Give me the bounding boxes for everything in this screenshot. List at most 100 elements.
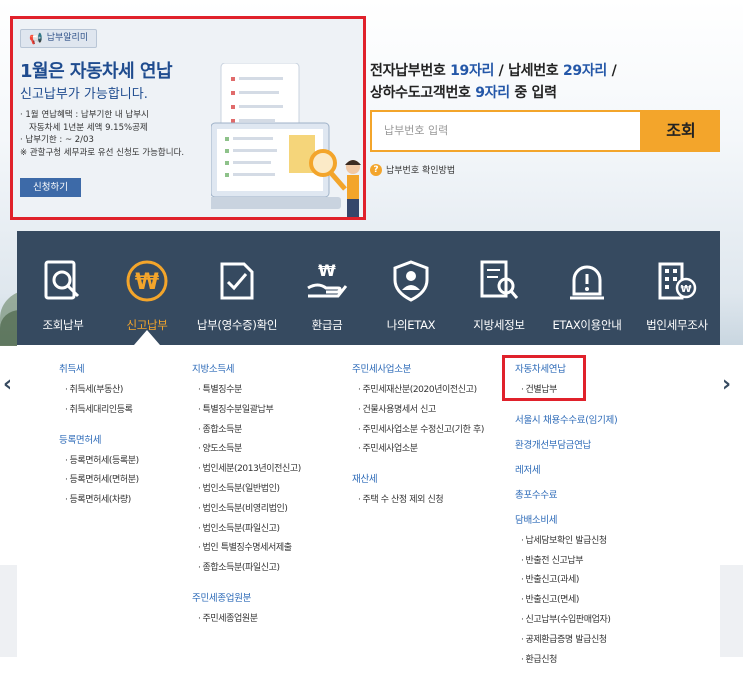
search-document-icon bbox=[35, 253, 91, 309]
apply-button[interactable]: 신청하기 bbox=[20, 178, 81, 197]
submenu-column-3: 주민세사업소분 주민세재산분(2020년이전신고) 건물사용명세서 신고 주민세… bbox=[352, 361, 484, 511]
submenu-category[interactable]: 재산세 bbox=[352, 471, 484, 485]
nav-label: 지방세정보 bbox=[473, 318, 525, 332]
svg-text:₩: ₩ bbox=[318, 261, 336, 280]
instr-text: / 납세번호 bbox=[494, 63, 563, 79]
instr-highlight: 9자리 bbox=[475, 85, 510, 101]
nav-item-etax-guide[interactable]: ETAX이용안내 bbox=[537, 231, 637, 345]
submenu-column-2: 지방소득세 특별징수분 특별징수분일괄납부 종합소득분 양도소득분 법인세분(2… bbox=[192, 361, 301, 630]
instr-highlight: 19자리 bbox=[450, 63, 495, 79]
nav-item-refund[interactable]: ₩ 환급금 bbox=[287, 231, 367, 345]
submenu-item[interactable]: 반출전 신고납부 bbox=[515, 552, 617, 572]
submenu-item[interactable]: 등록면허세(차량) bbox=[59, 491, 139, 511]
nav-label: 환급금 bbox=[311, 318, 343, 332]
nav-label: 나의ETAX bbox=[386, 318, 436, 332]
submenu-category[interactable]: 서울시 채용수수료(임기제) bbox=[515, 412, 618, 426]
nav-label: 법인세무조사 bbox=[646, 318, 708, 332]
submenu-item[interactable]: 건물사용명세서 신고 bbox=[352, 401, 484, 421]
notice-banner[interactable]: 📢 납부알리미 1월은 자동차세 연납 신고납부가 가능합니다. · 1월 연납… bbox=[10, 16, 366, 220]
instr-highlight: 29자리 bbox=[562, 63, 608, 79]
submenu-category[interactable]: 취득세 bbox=[59, 361, 139, 375]
won-coin-icon: ₩ bbox=[119, 253, 175, 309]
nav-item-report-payment[interactable]: ₩ 신고납부 bbox=[101, 231, 193, 345]
submenu-category[interactable]: 환경개선부담금연납 bbox=[515, 437, 617, 451]
nav-item-my-etax[interactable]: 나의ETAX bbox=[369, 231, 453, 345]
submenu-item[interactable]: 등록면허세(면허분) bbox=[59, 471, 139, 491]
submenu-item[interactable]: 취득세대리인등록 bbox=[59, 401, 139, 421]
help-link-label: 납부번호 확인방법 bbox=[386, 166, 456, 176]
banner-line: 자동차세 1년분 세액 9.15%공제 bbox=[29, 122, 148, 133]
submenu-category[interactable]: 지방소득세 bbox=[192, 361, 301, 375]
banner-title: 1월은 자동차세 연납 bbox=[20, 61, 173, 82]
banner-subtitle: 신고납부가 가능합니다. bbox=[20, 87, 148, 102]
banner-details: · 1월 연납혜택 : 납부기한 내 납부시 자동차세 1년분 세액 9.15%… bbox=[20, 109, 184, 159]
submenu-item[interactable]: 등록면허세(등록분) bbox=[59, 452, 139, 472]
chevron-left-icon[interactable]: ‹ bbox=[3, 372, 12, 397]
payment-number-help-link[interactable]: ? 납부번호 확인방법 bbox=[370, 163, 455, 176]
submenu-item[interactable]: 종합소득분 bbox=[192, 421, 301, 441]
instr-text: 상하수도고객번호 bbox=[370, 85, 476, 101]
submenu-item[interactable]: 반출신고(면세) bbox=[515, 591, 617, 611]
megaphone-icon: 📢 bbox=[29, 32, 43, 45]
submenu-category[interactable]: 주민세종업원분 bbox=[192, 590, 301, 604]
submenu-item[interactable]: 주민세사업소분 수정신고(기한 후) bbox=[352, 421, 484, 441]
lookup-button[interactable]: 조회 bbox=[642, 110, 720, 152]
chevron-right-icon[interactable]: › bbox=[722, 372, 731, 397]
submenu-item[interactable]: 양도소득분 bbox=[192, 440, 301, 460]
nav-label: 조회납부 bbox=[42, 318, 84, 332]
submenu-item[interactable]: 주민세재산분(2020년이전신고) bbox=[352, 381, 484, 401]
submenu-category[interactable]: 레저세 bbox=[515, 462, 617, 476]
instr-text: 중 입력 bbox=[509, 85, 557, 101]
banner-line: ※ 관할구청 세무과로 유선 신청도 가능합니다. bbox=[20, 147, 185, 158]
main-nav: 조회납부 ₩ 신고납부 납부(영수증)확인 ₩ 환급금 나의ETAX 지방세정보 bbox=[17, 231, 720, 345]
submenu-item[interactable]: 반출신고(과세) bbox=[515, 571, 617, 591]
payment-number-input[interactable]: 납부번호 입력 bbox=[370, 110, 642, 152]
submenu-item[interactable]: 신고납부(수입판매업자) bbox=[515, 611, 617, 631]
svg-text:₩: ₩ bbox=[680, 284, 691, 295]
alarm-icon bbox=[559, 253, 615, 309]
laptop-receipt-illustration bbox=[211, 63, 361, 217]
nav-item-local-tax-info[interactable]: 지방세정보 bbox=[453, 231, 545, 345]
submenu-item[interactable]: 법인소득분(일반법인) bbox=[192, 480, 301, 500]
submenu-item[interactable]: 법인소득분(비영리법인) bbox=[192, 500, 301, 520]
building-won-icon: ₩ bbox=[649, 253, 705, 309]
user-shield-icon bbox=[383, 253, 439, 309]
submenu-item[interactable]: 법인 특별징수명세서제출 bbox=[192, 539, 301, 559]
notice-badge: 📢 납부알리미 bbox=[20, 29, 98, 48]
banner-line: · 1월 연납혜택 : 납부기한 내 납부시 bbox=[20, 110, 149, 120]
submenu-item[interactable]: 종합소득분(파일신고) bbox=[192, 559, 301, 579]
submenu-item[interactable]: 환급신청 bbox=[515, 651, 617, 671]
submenu-category[interactable]: 총포수수료 bbox=[515, 487, 617, 501]
banner-line: · 납부기한 : ~ 2/03 bbox=[20, 135, 94, 145]
active-nav-caret bbox=[134, 330, 160, 345]
nav-item-payment-receipt[interactable]: 납부(영수증)확인 bbox=[183, 231, 291, 345]
search-instructions: 전자납부번호 19자리 / 납세번호 29자리 / 상하수도고객번호 9자리 중… bbox=[370, 60, 617, 104]
hand-won-icon: ₩ bbox=[299, 253, 355, 309]
submenu-column-1: 취득세 취득세(부동산) 취득세대리인등록 등록면허세 등록면허세(등록분) 등… bbox=[59, 361, 139, 511]
submenu-category[interactable]: 주민세사업소분 bbox=[352, 361, 484, 375]
submenu-item[interactable]: 법인세분(2013년이전신고) bbox=[192, 460, 301, 480]
receipt-check-icon bbox=[209, 253, 265, 309]
highlight-annotation-box bbox=[502, 355, 586, 401]
nav-item-inquiry-payment[interactable]: 조회납부 bbox=[17, 231, 109, 345]
submenu-panel: 취득세 취득세(부동산) 취득세대리인등록 등록면허세 등록면허세(등록분) 등… bbox=[17, 345, 720, 675]
svg-text:₩: ₩ bbox=[135, 270, 159, 295]
submenu-category[interactable]: 등록면허세 bbox=[59, 432, 139, 446]
document-search-icon bbox=[471, 253, 527, 309]
submenu-category[interactable]: 담배소비세 bbox=[515, 512, 617, 526]
notice-badge-label: 납부알리미 bbox=[46, 33, 89, 43]
submenu-item[interactable]: 주민세종업원분 bbox=[192, 610, 301, 630]
submenu-item[interactable]: 납세담보확인 발급신청 bbox=[515, 532, 617, 552]
nav-item-corporate-audit[interactable]: ₩ 법인세무조사 bbox=[631, 231, 723, 345]
nav-label: ETAX이용안내 bbox=[552, 318, 622, 332]
instr-text: 전자납부번호 bbox=[370, 63, 451, 79]
submenu-item[interactable]: 주민세사업소분 bbox=[352, 440, 484, 460]
question-icon: ? bbox=[370, 163, 382, 176]
submenu-item[interactable]: 공제환급증명 발급신청 bbox=[515, 631, 617, 651]
submenu-item[interactable]: 취득세(부동산) bbox=[59, 381, 139, 401]
submenu-item[interactable]: 주택 수 산정 제외 신청 bbox=[352, 491, 484, 511]
submenu-item[interactable]: 법인소득분(파일신고) bbox=[192, 520, 301, 540]
submenu-item[interactable]: 특별징수분 bbox=[192, 381, 301, 401]
instr-text: / bbox=[607, 63, 617, 79]
submenu-item[interactable]: 특별징수분일괄납부 bbox=[192, 401, 301, 421]
